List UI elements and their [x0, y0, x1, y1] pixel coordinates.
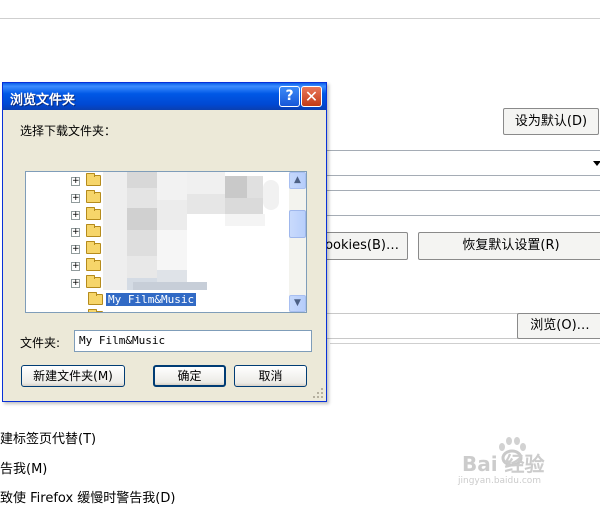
download-path-field[interactable]	[322, 313, 518, 339]
dialog-titlebar[interactable]: 浏览文件夹 ? ✕	[3, 83, 326, 110]
help-icon[interactable]: ?	[279, 86, 300, 107]
chevron-down-icon	[593, 161, 600, 166]
restore-default-button[interactable]: 恢复默认设置(R)	[418, 232, 600, 260]
option-warn-close[interactable]: 告我(M)	[0, 458, 47, 477]
folder-icon	[86, 241, 101, 254]
dialog-title: 浏览文件夹	[10, 93, 76, 108]
expand-icon[interactable]: +	[71, 262, 80, 271]
expand-icon[interactable]: +	[71, 279, 80, 288]
folder-icon	[86, 190, 101, 203]
expand-icon[interactable]: +	[71, 245, 80, 254]
resize-grip-icon[interactable]	[312, 387, 324, 399]
watermark-url: jingyan.baidu.com	[458, 476, 542, 486]
close-icon[interactable]: ✕	[301, 86, 322, 107]
folder-icon	[86, 173, 101, 186]
scroll-up-icon[interactable]: ▲	[289, 172, 306, 189]
scroll-thumb[interactable]	[289, 210, 306, 238]
option-warn-slow[interactable]: 致使 Firefox 缓慢时警告我(D)	[0, 487, 175, 506]
browse-button[interactable]: 浏览(O)…	[517, 313, 600, 339]
obscured-region	[103, 172, 281, 290]
new-folder-button[interactable]: 新建文件夹(M)	[21, 365, 125, 387]
mosaic-pattern	[103, 172, 279, 290]
folder-icon	[86, 275, 101, 288]
expand-icon[interactable]: +	[71, 194, 80, 203]
ok-button[interactable]: 确定	[153, 365, 226, 387]
folder-icon	[86, 258, 101, 271]
tree-item-selected[interactable]: My Film&Music	[26, 292, 289, 309]
download-dropdown[interactable]	[322, 150, 600, 176]
expand-icon[interactable]: +	[71, 177, 80, 186]
folder-icon	[86, 207, 101, 220]
selected-folder-label: My Film&Music	[106, 293, 197, 306]
folder-icon	[88, 292, 103, 305]
browse-folder-dialog: 浏览文件夹 ? ✕ 选择下载文件夹： + + + + + + + My Film…	[2, 82, 327, 402]
expand-icon[interactable]: +	[71, 228, 80, 237]
folder-input[interactable]: My Film&Music	[74, 330, 312, 352]
folder-tree[interactable]: + + + + + + + My Film&Music ▲ ▼	[25, 171, 307, 313]
scroll-down-icon[interactable]: ▼	[289, 295, 306, 312]
cancel-button[interactable]: 取消	[234, 365, 307, 387]
vertical-scrollbar[interactable]: ▲ ▼	[289, 172, 306, 312]
divider	[0, 18, 600, 19]
divider	[330, 343, 600, 344]
folder-prompt: 选择下载文件夹：	[20, 124, 117, 138]
expand-icon[interactable]: +	[71, 211, 80, 220]
folder-icon	[86, 224, 101, 237]
folder-icon	[88, 309, 103, 312]
tree-item[interactable]	[26, 309, 289, 312]
watermark: Bai 经验 jingyan.baidu.com	[448, 436, 598, 496]
option-open-tab[interactable]: 建标签页代替(T)	[0, 428, 96, 447]
text-field[interactable]	[322, 190, 600, 216]
watermark-brand: Bai 经验	[462, 452, 545, 476]
set-default-button[interactable]: 设为默认(D)	[503, 108, 599, 135]
folder-field-label: 文件夹:	[20, 336, 61, 350]
